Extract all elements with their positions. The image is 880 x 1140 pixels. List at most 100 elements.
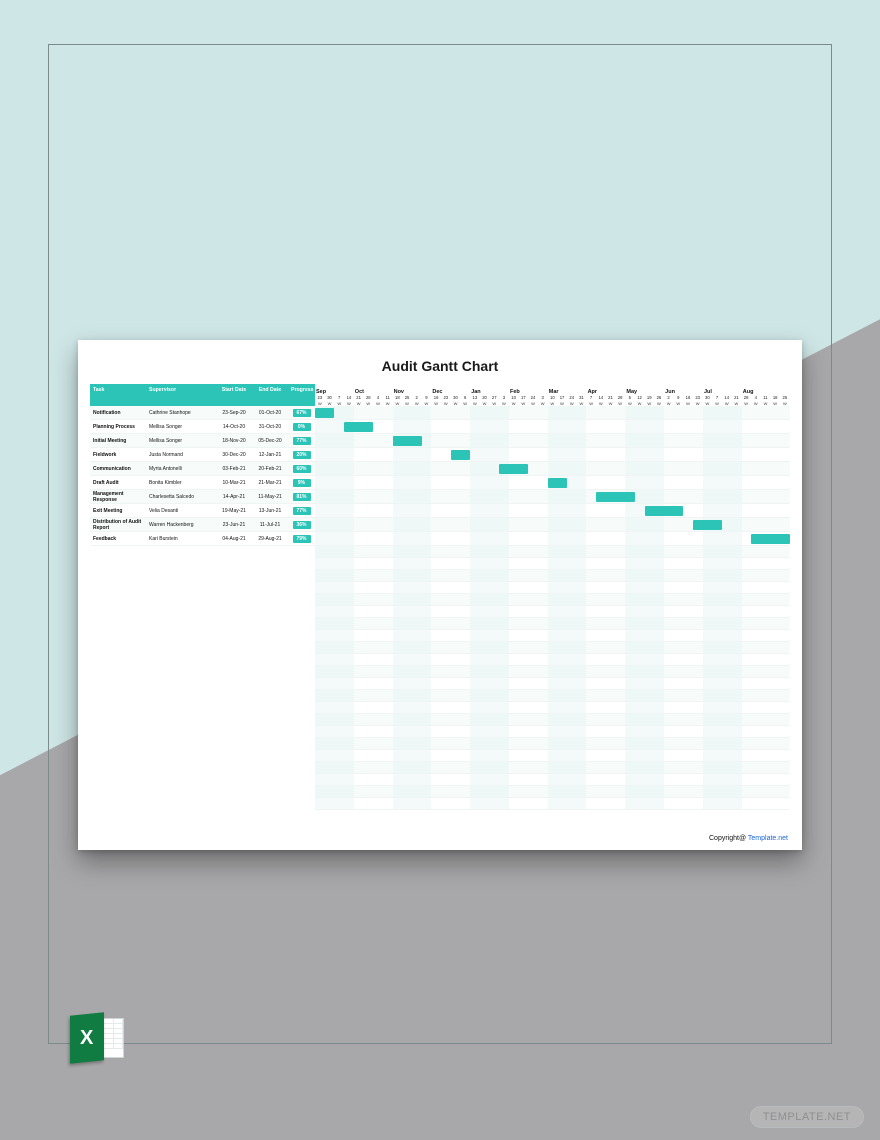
cell-supervisor: Myrta Antonelli [146,466,216,472]
month-stripes [315,406,790,419]
cell-start: 04-Aug-21 [216,536,252,542]
cell-supervisor: Mellisa Songer [146,438,216,444]
empty-row [315,690,790,702]
gantt-bar [645,506,684,516]
month-stripes [315,532,790,545]
progress-pill: 81% [293,493,311,501]
cell-end: 29-Aug-21 [252,536,288,542]
month-stripes [315,798,790,809]
cell-progress: 20% [288,451,315,459]
cell-end: 31-Oct-20 [252,424,288,430]
col-start-date: Start Date [216,387,252,393]
excel-icon: X [70,1014,124,1062]
cell-progress: 60% [288,465,315,473]
table-row: CommunicationMyrta Antonelli03-Feb-2120-… [90,462,315,476]
empty-row [315,798,790,810]
cell-start: 19-May-21 [216,508,252,514]
month-stripes [315,630,790,641]
gantt-bar [596,492,635,502]
cell-end: 20-Feb-21 [252,466,288,472]
empty-row [315,726,790,738]
timeline-row [315,532,790,546]
col-supervisor: Supervisor [146,387,216,393]
table-row: FeedbackKari Burstein04-Aug-2129-Aug-217… [90,532,315,546]
cell-progress: 79% [288,535,315,543]
empty-row [315,750,790,762]
timeline-rows [315,406,790,546]
copyright-link[interactable]: Template.net [748,835,788,842]
gantt-bar [693,520,722,530]
table-row: Draft AuditBonita Kimbler10-Mar-2121-Mar… [90,476,315,490]
cell-start: 23-Jun-21 [216,522,252,528]
cell-start: 23-Sep-20 [216,410,252,416]
gantt-bar [499,464,528,474]
timeline-row [315,434,790,448]
timeline-row [315,518,790,532]
gantt-bar [548,478,567,488]
cell-supervisor: Charlesetta Salcedo [146,494,216,500]
excel-icon-letter: X [80,1028,93,1048]
cell-task: Exit Meeting [90,508,146,514]
empty-row [315,606,790,618]
cell-start: 18-Nov-20 [216,438,252,444]
cell-progress: 77% [288,437,315,445]
cell-task: Communication [90,466,146,472]
month-stripes [315,666,790,677]
gantt-bar [315,408,334,418]
month-stripes [315,490,790,503]
gantt-chart: Task Supervisor Start Date End Date Prog… [90,384,790,810]
cell-end: 11-May-21 [252,494,288,500]
empty-row [315,738,790,750]
month-stripes [315,582,790,593]
cell-start: 14-Apr-21 [216,494,252,500]
empty-rows [315,546,790,810]
cell-supervisor: Bonita Kimbler [146,480,216,486]
cell-end: 01-Oct-20 [252,410,288,416]
timeline-row [315,490,790,504]
progress-pill: 77% [293,437,311,445]
month-stripes [315,714,790,725]
empty-row [315,666,790,678]
month-stripes [315,774,790,785]
empty-row [315,546,790,558]
empty-row [315,678,790,690]
table-subheader [90,396,315,406]
copyright: Copyright@ Template.net [709,835,788,842]
empty-row [315,618,790,630]
cell-end: 05-Dec-20 [252,438,288,444]
month-stripes [315,654,790,665]
cell-supervisor: Warren Hackenberg [146,522,216,528]
table-row: Exit MeetingVelia Desanti19-May-2113-Jun… [90,504,315,518]
month-stripes [315,642,790,653]
cell-progress: 9% [288,479,315,487]
timeline-row [315,406,790,420]
progress-pill: 67% [293,409,311,417]
cell-start: 10-Mar-21 [216,480,252,486]
month-stripes [315,420,790,433]
month-stripes [315,558,790,569]
copyright-label: Copyright@ [709,835,746,842]
cell-progress: 0% [288,423,315,431]
month-stripes [315,750,790,761]
month-stripes [315,570,790,581]
month-stripes [315,690,790,701]
cell-progress: 81% [288,493,315,501]
cell-supervisor: Justa Normand [146,452,216,458]
cell-end: 13-Jun-21 [252,508,288,514]
excel-icon-badge: X [70,1012,104,1064]
empty-row [315,654,790,666]
month-stripes [315,504,790,517]
progress-pill: 79% [293,535,311,543]
month-stripes [315,786,790,797]
progress-pill: 0% [293,423,311,431]
task-rows: NotificationCathrine Stanhope23-Sep-2001… [90,406,315,546]
month-stripes [315,726,790,737]
table-row: Planning ProcessMellisa Songer14-Oct-203… [90,420,315,434]
empty-row [315,570,790,582]
gantt-bar [451,450,470,460]
col-end-date: End Date [252,387,288,393]
empty-row [315,642,790,654]
watermark: TEMPLATE.NET [750,1106,864,1128]
cell-start: 03-Feb-21 [216,466,252,472]
month-stripes [315,448,790,461]
